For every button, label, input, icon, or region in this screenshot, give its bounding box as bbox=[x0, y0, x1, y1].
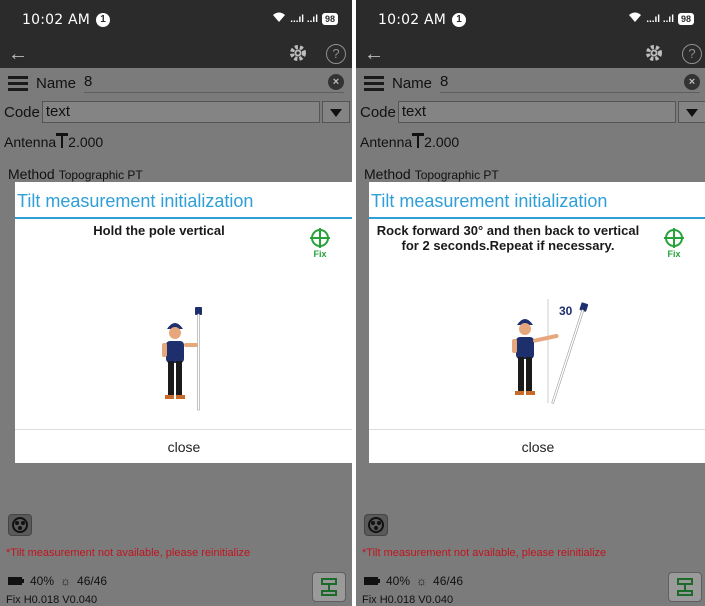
tilt-warning: *Tilt measurement not available, please … bbox=[362, 547, 607, 559]
back-arrow-icon[interactable]: ← bbox=[8, 44, 28, 64]
list-icon[interactable] bbox=[364, 75, 384, 91]
tilt-init-dialog: Tilt measurement initialization Rock for… bbox=[369, 182, 705, 463]
help-icon[interactable]: ? bbox=[326, 44, 346, 64]
battery-level: 40% bbox=[30, 574, 55, 588]
dialog-title: Tilt measurement initialization bbox=[15, 182, 352, 219]
method-row: Method Topographic PT bbox=[8, 166, 143, 182]
device-stats: 40% ☼ 46/46 bbox=[364, 574, 463, 588]
method-row: Method Topographic PT bbox=[364, 166, 499, 182]
stage: 10:02 AM 1 ...ıl ..ıl 98 ← ? Name 8 × Co… bbox=[0, 0, 705, 606]
tilt-instruction: Rock forward 30° and then back to vertic… bbox=[376, 223, 640, 253]
close-button[interactable]: close bbox=[369, 429, 705, 463]
surveyor-tilt-illustration: 30 bbox=[509, 291, 589, 416]
antenna-row[interactable]: Antenna 2.000 bbox=[4, 132, 103, 151]
antenna-label: Antenna bbox=[4, 133, 57, 150]
name-row: Name 8 × bbox=[364, 72, 700, 94]
pole-angle-label: 30 bbox=[559, 304, 573, 318]
app-bar: ← ? bbox=[0, 40, 352, 68]
gear-icon[interactable] bbox=[288, 43, 308, 68]
list-icon[interactable] bbox=[8, 75, 28, 91]
code-label: Code bbox=[4, 103, 40, 121]
status-time: 10:02 AM bbox=[22, 12, 91, 28]
fix-label: Fix bbox=[313, 249, 327, 259]
antenna-icon bbox=[412, 132, 425, 151]
satellite-icon[interactable] bbox=[8, 514, 32, 536]
notification-icon: 1 bbox=[452, 13, 467, 27]
fix-precision: Fix H0.018 V0.040 bbox=[6, 594, 98, 606]
satellite-count: 46/46 bbox=[433, 574, 464, 588]
method-value: Topographic PT bbox=[414, 168, 499, 182]
close-button[interactable]: close bbox=[15, 429, 352, 463]
help-icon[interactable]: ? bbox=[682, 44, 702, 64]
tilt-instruction: Hold the pole vertical bbox=[93, 223, 225, 238]
method-label: Method bbox=[8, 166, 55, 182]
method-value: Topographic PT bbox=[58, 168, 143, 182]
dialog-body: Hold the pole vertical Fix bbox=[15, 219, 352, 429]
fix-precision: Fix H0.018 V0.040 bbox=[362, 594, 454, 606]
fix-crosshair-icon bbox=[310, 228, 330, 248]
dialog-title: Tilt measurement initialization bbox=[369, 182, 705, 219]
name-label: Name bbox=[392, 74, 433, 92]
status-icons: ...ıl ..ıl 98 bbox=[272, 12, 338, 26]
antenna-icon bbox=[56, 132, 69, 151]
battery-level: 40% bbox=[386, 574, 411, 588]
clear-icon[interactable]: × bbox=[684, 74, 700, 90]
fix-crosshair-icon bbox=[664, 228, 684, 248]
clear-icon[interactable]: × bbox=[328, 74, 344, 90]
battery-icon bbox=[364, 574, 380, 588]
fix-indicator: Fix bbox=[310, 228, 330, 259]
satellite-icon[interactable] bbox=[364, 514, 388, 536]
antenna-height: 2.000 bbox=[424, 133, 460, 150]
wifi-icon bbox=[628, 12, 642, 26]
code-input[interactable]: text bbox=[397, 101, 676, 123]
battery-status-icon: 98 bbox=[321, 13, 338, 25]
name-label: Name bbox=[36, 74, 77, 92]
battery-icon bbox=[8, 574, 24, 588]
antenna-height: 2.000 bbox=[68, 133, 104, 150]
device-stats: 40% ☼ 46/46 bbox=[8, 574, 107, 588]
fix-label: Fix bbox=[667, 249, 681, 259]
wifi-icon bbox=[272, 12, 286, 26]
phone-screen-right: 10:02 AM 1 ...ıl ..ıl 98 ← ? Name 8 × Co… bbox=[356, 0, 705, 606]
back-arrow-icon[interactable]: ← bbox=[364, 44, 384, 64]
code-row: Code text bbox=[360, 100, 705, 124]
antenna-label: Antenna bbox=[360, 133, 413, 150]
phone-screen-left: 10:02 AM 1 ...ıl ..ıl 98 ← ? Name 8 × Co… bbox=[0, 0, 352, 606]
dialog-body: Rock forward 30° and then back to vertic… bbox=[369, 219, 705, 429]
fix-indicator: Fix bbox=[664, 228, 684, 259]
dropdown-icon[interactable] bbox=[322, 101, 350, 123]
survey-point-icon[interactable] bbox=[312, 572, 346, 602]
name-input[interactable]: 8 bbox=[440, 73, 700, 93]
notification-icon: 1 bbox=[96, 13, 111, 27]
tilt-init-dialog: Tilt measurement initialization Hold the… bbox=[15, 182, 352, 463]
satellite-count: 46/46 bbox=[77, 574, 108, 588]
signal-icon: ...ıl ..ıl bbox=[646, 13, 674, 25]
antenna-row[interactable]: Antenna 2.000 bbox=[360, 132, 459, 151]
survey-point-icon[interactable] bbox=[668, 572, 702, 602]
survey-form: Name 8 × Code text Antenna 2.000 Method T… bbox=[0, 68, 352, 606]
tilt-warning: *Tilt measurement not available, please … bbox=[6, 547, 251, 559]
status-icons: ...ıl ..ıl 98 bbox=[628, 12, 694, 26]
name-row: Name 8 × bbox=[8, 72, 344, 94]
code-label: Code bbox=[360, 103, 396, 121]
method-label: Method bbox=[364, 166, 411, 182]
name-input[interactable]: 8 bbox=[84, 73, 344, 93]
app-bar: ← ? bbox=[356, 40, 705, 68]
code-input[interactable]: text bbox=[41, 101, 320, 123]
satellite-count-icon: ☼ bbox=[416, 574, 428, 588]
gear-icon[interactable] bbox=[644, 43, 664, 68]
status-bar: 10:02 AM 1 ...ıl ..ıl 98 bbox=[356, 0, 705, 40]
battery-status-icon: 98 bbox=[677, 13, 694, 25]
survey-form: Name 8 × Code text Antenna 2.000 Method T… bbox=[356, 68, 705, 606]
satellite-count-icon: ☼ bbox=[60, 574, 72, 588]
signal-icon: ...ıl ..ıl bbox=[290, 13, 318, 25]
status-bar: 10:02 AM 1 ...ıl ..ıl 98 bbox=[0, 0, 352, 40]
code-row: Code text bbox=[4, 100, 350, 124]
surveyor-vertical-illustration bbox=[155, 303, 215, 418]
dropdown-icon[interactable] bbox=[678, 101, 705, 123]
status-time: 10:02 AM bbox=[378, 12, 447, 28]
